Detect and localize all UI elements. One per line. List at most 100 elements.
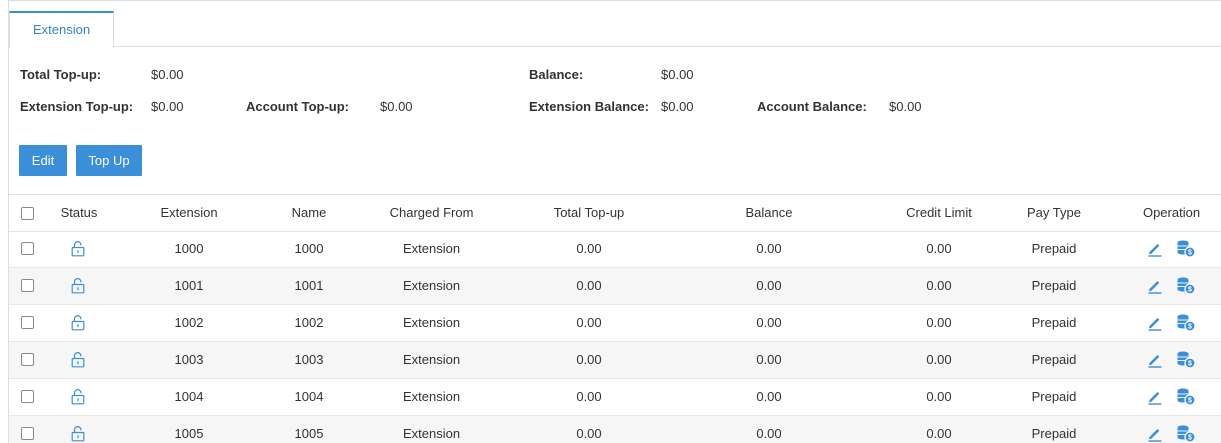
coins-icon[interactable]: $: [1176, 313, 1196, 335]
cell-extension: 1000: [174, 241, 204, 256]
cell-charged-from: Extension: [402, 426, 461, 441]
pencil-icon[interactable]: [1147, 389, 1163, 408]
cell-credit-limit: 0.00: [926, 389, 952, 404]
cell-pay-type: Prepaid: [1031, 241, 1077, 256]
cell-balance: 0.00: [756, 241, 782, 256]
svg-text:$: $: [1188, 361, 1192, 368]
svg-text:$: $: [1188, 435, 1192, 442]
cell-credit-limit: 0.00: [926, 278, 952, 293]
col-status[interactable]: Status: [39, 195, 119, 231]
cell-extension: 1004: [174, 389, 204, 404]
total-topup-label: Total Top-up:: [20, 67, 102, 82]
cell-name: 1000: [294, 241, 324, 256]
cell-credit-limit: 0.00: [926, 241, 952, 256]
cell-credit-limit: 0.00: [926, 315, 952, 330]
cell-total-topup: 0.00: [576, 389, 602, 404]
table-row: 1004 1004 Extension 0.00 0.00 0.00 Prepa…: [9, 379, 1221, 416]
cell-extension: 1005: [174, 426, 204, 441]
billing-panel: Extension Total Top-up: $0.00 Balance: $…: [8, 0, 1221, 443]
balance-value: $0.00: [661, 67, 694, 82]
cell-total-topup: 0.00: [576, 241, 602, 256]
table-row: 1003 1003 Extension 0.00 0.00 0.00 Prepa…: [9, 342, 1221, 379]
col-extension[interactable]: Extension: [134, 195, 244, 231]
account-topup-label: Account Top-up:: [246, 99, 350, 114]
svg-text:$: $: [1188, 324, 1192, 331]
cell-balance: 0.00: [756, 389, 782, 404]
balance-label: Balance:: [529, 67, 584, 82]
extension-topup-label: Extension Top-up:: [20, 99, 134, 114]
cell-total-topup: 0.00: [576, 426, 602, 441]
coins-icon[interactable]: $: [1176, 350, 1196, 372]
account-balance-label: Account Balance:: [757, 99, 867, 114]
edit-button[interactable]: Edit: [19, 145, 67, 176]
row-checkbox[interactable]: [21, 242, 34, 255]
table-row: 1000 1000 Extension 0.00 0.00 0.00 Prepa…: [9, 231, 1221, 268]
coins-icon[interactable]: $: [1176, 387, 1196, 409]
cell-total-topup: 0.00: [576, 315, 602, 330]
cell-balance: 0.00: [756, 278, 782, 293]
topup-button[interactable]: Top Up: [76, 145, 142, 176]
cell-balance: 0.00: [756, 426, 782, 441]
cell-extension: 1001: [174, 278, 204, 293]
row-checkbox[interactable]: [21, 316, 34, 329]
unlock-icon[interactable]: [71, 277, 85, 297]
billing-summary: Total Top-up: $0.00 Balance: $0.00 Exten…: [9, 1, 1221, 181]
pencil-icon[interactable]: [1147, 278, 1163, 297]
extension-balance-value: $0.00: [661, 99, 694, 114]
account-topup-value: $0.00: [380, 99, 413, 114]
col-pay-type[interactable]: Pay Type: [999, 195, 1109, 231]
cell-pay-type: Prepaid: [1031, 315, 1077, 330]
svg-text:$: $: [1188, 287, 1192, 294]
select-all-checkbox[interactable]: [21, 207, 34, 220]
pencil-icon[interactable]: [1147, 315, 1163, 334]
cell-charged-from: Extension: [402, 315, 461, 330]
extension-balance-label: Extension Balance:: [529, 99, 649, 114]
cell-pay-type: Prepaid: [1031, 389, 1077, 404]
cell-name: 1003: [294, 352, 324, 367]
pencil-icon[interactable]: [1147, 241, 1163, 260]
cell-credit-limit: 0.00: [926, 426, 952, 441]
total-topup-value: $0.00: [151, 67, 184, 82]
pencil-icon[interactable]: [1147, 426, 1163, 443]
svg-text:$: $: [1188, 398, 1192, 405]
unlock-icon[interactable]: [71, 425, 85, 443]
cell-charged-from: Extension: [402, 352, 461, 367]
row-checkbox[interactable]: [21, 279, 34, 292]
coins-icon[interactable]: $: [1176, 424, 1196, 443]
col-operation: Operation: [1142, 205, 1201, 220]
col-total-topup[interactable]: Total Top-up: [514, 195, 664, 231]
unlock-icon[interactable]: [71, 351, 85, 371]
col-charged-from[interactable]: Charged From: [369, 195, 494, 231]
cell-charged-from: Extension: [402, 278, 461, 293]
table-header: Status Extension Name Charged From Total…: [9, 194, 1221, 232]
col-credit-limit[interactable]: Credit Limit: [869, 195, 1009, 231]
col-name[interactable]: Name: [254, 195, 364, 231]
cell-extension: 1003: [174, 352, 204, 367]
cell-name: 1005: [294, 426, 324, 441]
cell-balance: 0.00: [756, 352, 782, 367]
cell-credit-limit: 0.00: [926, 352, 952, 367]
pencil-icon[interactable]: [1147, 352, 1163, 371]
unlock-icon[interactable]: [71, 388, 85, 408]
cell-extension: 1002: [174, 315, 204, 330]
cell-name: 1002: [294, 315, 324, 330]
unlock-icon[interactable]: [71, 314, 85, 334]
unlock-icon[interactable]: [71, 240, 85, 260]
cell-balance: 0.00: [756, 315, 782, 330]
cell-total-topup: 0.00: [576, 278, 602, 293]
account-balance-value: $0.00: [889, 99, 922, 114]
cell-charged-from: Extension: [402, 389, 461, 404]
coins-icon[interactable]: $: [1176, 239, 1196, 261]
cell-pay-type: Prepaid: [1031, 426, 1077, 441]
coins-icon[interactable]: $: [1176, 276, 1196, 298]
table-row: 1005 1005 Extension 0.00 0.00 0.00 Prepa…: [9, 416, 1221, 443]
cell-pay-type: Prepaid: [1031, 352, 1077, 367]
row-checkbox[interactable]: [21, 353, 34, 366]
cell-total-topup: 0.00: [576, 352, 602, 367]
row-checkbox[interactable]: [21, 390, 34, 403]
extension-topup-value: $0.00: [151, 99, 184, 114]
cell-name: 1001: [294, 278, 324, 293]
cell-name: 1004: [294, 389, 324, 404]
row-checkbox[interactable]: [21, 427, 34, 440]
col-balance[interactable]: Balance: [689, 195, 849, 231]
